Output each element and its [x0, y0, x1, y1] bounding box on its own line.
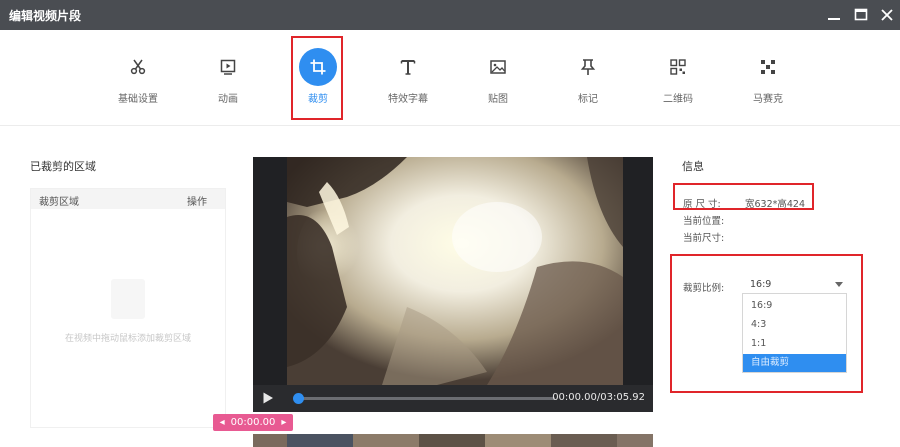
seek-bar[interactable]	[299, 397, 555, 400]
tool-label: 基础设置	[118, 94, 158, 105]
crop-area-table: 裁剪区域 操作 在视频中拖动鼠标添加裁剪区域	[30, 188, 226, 428]
minimize-icon	[828, 18, 840, 20]
tool-label: 马赛克	[753, 94, 783, 105]
tool-sticker[interactable]: 贴图	[456, 44, 540, 116]
column-crop-area: 裁剪区域	[39, 197, 79, 208]
video-frame[interactable]	[287, 157, 623, 385]
minimize-button[interactable]	[824, 5, 844, 25]
maximize-button[interactable]	[851, 5, 871, 25]
timeline-thumbnail	[485, 434, 551, 447]
timeline-thumbnail	[253, 434, 287, 447]
timeline-thumbnail	[551, 434, 617, 447]
maximize-icon	[854, 8, 868, 21]
player-controls: 00:00.00/03:05.92	[253, 385, 653, 412]
timeline-strip[interactable]	[253, 434, 653, 447]
crop-list-title: 已裁剪的区域	[30, 160, 96, 173]
tool-basic-settings[interactable]: 基础设置	[96, 44, 180, 116]
text-icon	[393, 52, 423, 82]
tool-mosaic[interactable]: 马赛克	[726, 44, 810, 116]
ratio-option-16-9[interactable]: 16:9	[743, 297, 846, 315]
video-frame-image	[287, 157, 623, 385]
window-title: 编辑视频片段	[9, 9, 82, 23]
timeline-thumbnail	[287, 434, 353, 447]
chevron-down-icon	[835, 282, 843, 287]
tool-label: 二维码	[663, 94, 693, 105]
empty-list-hint: 在视频中拖动鼠标添加裁剪区域	[64, 334, 191, 344]
current-size-label: 当前尺寸:	[683, 233, 725, 244]
right-arrow-icon: ▸	[281, 417, 287, 428]
close-button[interactable]	[877, 5, 897, 25]
crop-ratio-label: 裁剪比例:	[683, 283, 725, 294]
qrcode-icon	[663, 52, 693, 82]
crop-ratio-select[interactable]: 16:9	[745, 276, 849, 294]
tool-bar: 基础设置 动画 裁剪 特效字幕 贴图 标记 二维码 马赛克	[0, 30, 900, 126]
timeline-thumbnail	[617, 434, 653, 447]
image-icon	[483, 52, 513, 82]
tool-mark[interactable]: 标记	[546, 44, 630, 116]
original-size-label: 原 尺 寸:	[683, 199, 721, 210]
crop-ratio-dropdown: 16:9 4:3 1:1 自由裁剪	[742, 293, 847, 373]
play-icon[interactable]	[262, 392, 274, 404]
timeline-thumbnail	[419, 434, 485, 447]
time-tag-value: 00:00.00	[230, 417, 276, 428]
tool-label: 动画	[218, 94, 238, 105]
tool-qrcode[interactable]: 二维码	[636, 44, 720, 116]
ratio-option-free[interactable]: 自由裁剪	[743, 354, 846, 372]
column-action: 操作	[187, 197, 207, 208]
info-title: 信息	[682, 160, 704, 173]
timeline-thumbnail	[353, 434, 419, 447]
left-arrow-icon: ◂	[219, 417, 225, 428]
tool-label: 标记	[578, 94, 598, 105]
highlight-box-crop	[291, 36, 343, 120]
mosaic-icon	[753, 52, 783, 82]
time-display: 00:00.00/03:05.92	[552, 392, 645, 403]
tool-label: 特效字幕	[388, 94, 428, 105]
play-frame-icon	[213, 52, 243, 82]
table-header: 裁剪区域 操作	[31, 189, 225, 209]
timeline-time-tag[interactable]: ◂ 00:00.00 ▸	[213, 414, 293, 431]
tool-effect-subtitle[interactable]: 特效字幕	[366, 44, 450, 116]
tool-animation[interactable]: 动画	[186, 44, 270, 116]
title-bar: 编辑视频片段	[0, 0, 900, 30]
close-icon	[881, 9, 893, 21]
seek-knob[interactable]	[293, 393, 304, 404]
current-position-label: 当前位置:	[683, 216, 725, 227]
ratio-option-4-3[interactable]: 4:3	[743, 316, 846, 334]
pin-icon	[573, 52, 603, 82]
tool-label: 贴图	[488, 94, 508, 105]
scissors-icon	[123, 52, 153, 82]
edit-video-window: 编辑视频片段 基础设置 动画 裁剪 特效字幕 贴图 标记 二维码 马赛克 已裁剪…	[0, 0, 900, 447]
crop-ratio-selected-value: 16:9	[750, 279, 772, 290]
ratio-option-1-1[interactable]: 1:1	[743, 335, 846, 353]
empty-list-icon	[111, 279, 145, 319]
video-player[interactable]: 00:00.00/03:05.92	[253, 157, 653, 412]
original-size-value: 宽632*高424	[745, 199, 806, 210]
